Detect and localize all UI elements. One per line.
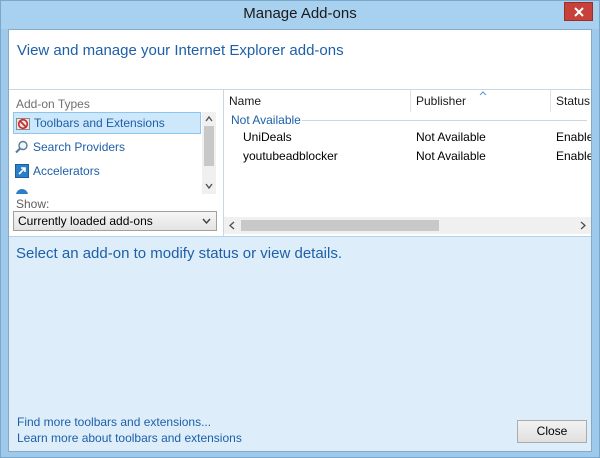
- column-separator[interactable]: [550, 90, 551, 112]
- sidebar-item-label: Search Providers: [33, 140, 126, 154]
- scroll-right-icon[interactable]: [579, 221, 587, 230]
- learn-more-link[interactable]: Learn more about toolbars and extensions: [17, 431, 242, 445]
- table-row[interactable]: youtubeadblocker Not Available Enabled: [224, 147, 591, 166]
- find-more-link[interactable]: Find more toolbars and extensions...: [17, 415, 211, 429]
- scroll-up-icon[interactable]: [205, 115, 213, 123]
- addon-types-list: Toolbars and Extensions Search Providers…: [13, 112, 216, 194]
- scroll-thumb[interactable]: [204, 126, 214, 166]
- sidebar-item-accelerators[interactable]: Accelerators: [13, 160, 201, 182]
- close-icon: [574, 7, 584, 17]
- sidebar-item-toolbars-extensions[interactable]: Toolbars and Extensions: [13, 112, 201, 134]
- group-divider: [302, 120, 587, 121]
- addon-name: youtubeadblocker: [243, 149, 338, 163]
- column-header-publisher[interactable]: Publisher: [416, 90, 466, 112]
- footer: Find more toolbars and extensions... Lea…: [9, 413, 591, 451]
- close-button[interactable]: Close: [517, 420, 587, 443]
- details-pane: Select an add-on to modify status or vie…: [9, 236, 591, 413]
- column-header-name[interactable]: Name: [229, 90, 261, 112]
- addon-publisher: Not Available: [416, 149, 486, 163]
- show-label: Show:: [16, 197, 50, 211]
- accelerators-icon: [15, 164, 29, 178]
- toolbars-icon: [16, 118, 30, 130]
- header: View and manage your Internet Explorer a…: [9, 30, 591, 90]
- sidebar-item-partial: [13, 184, 201, 194]
- window-title: Manage Add-ons: [243, 5, 357, 22]
- details-prompt: Select an add-on to modify status or vie…: [16, 245, 343, 262]
- horizontal-scrollbar[interactable]: [224, 217, 591, 234]
- addon-status: Enabled: [556, 149, 591, 163]
- client-area: View and manage your Internet Explorer a…: [8, 29, 592, 452]
- addon-publisher: Not Available: [416, 130, 486, 144]
- window-close-button[interactable]: [564, 2, 593, 21]
- addon-status: Enabled: [556, 130, 591, 144]
- manage-addons-window: Manage Add-ons View and manage your Inte…: [0, 0, 600, 458]
- show-dropdown-value: Currently loaded add-ons: [18, 214, 153, 228]
- addon-types-panel: Add-on Types Toolbars and Extensions Sea…: [9, 90, 223, 236]
- header-text: View and manage your Internet Explorer a…: [17, 42, 344, 59]
- table-row[interactable]: UniDeals Not Available Enabled: [224, 128, 591, 147]
- sort-ascending-icon: [479, 91, 487, 96]
- column-separator[interactable]: [410, 90, 411, 112]
- search-icon: [15, 140, 28, 154]
- scroll-thumb[interactable]: [241, 220, 439, 231]
- column-header-status[interactable]: Status: [556, 90, 590, 112]
- show-dropdown[interactable]: Currently loaded add-ons: [13, 211, 217, 231]
- addon-name: UniDeals: [243, 130, 292, 144]
- group-header: Not Available: [231, 113, 301, 127]
- scroll-down-icon[interactable]: [205, 182, 213, 190]
- addon-types-scrollbar[interactable]: [202, 112, 216, 194]
- chevron-down-icon: [202, 218, 211, 224]
- title-bar[interactable]: Manage Add-ons: [1, 1, 599, 29]
- sidebar-item-label: Accelerators: [33, 164, 100, 178]
- scroll-left-icon[interactable]: [228, 221, 236, 230]
- sidebar-item-search-providers[interactable]: Search Providers: [13, 136, 201, 158]
- sidebar-item-label: Toolbars and Extensions: [34, 116, 165, 130]
- addons-list: Name Publisher Status Not Available UniD…: [224, 90, 591, 236]
- addon-types-label: Add-on Types: [16, 97, 90, 111]
- tracking-icon: [16, 189, 28, 194]
